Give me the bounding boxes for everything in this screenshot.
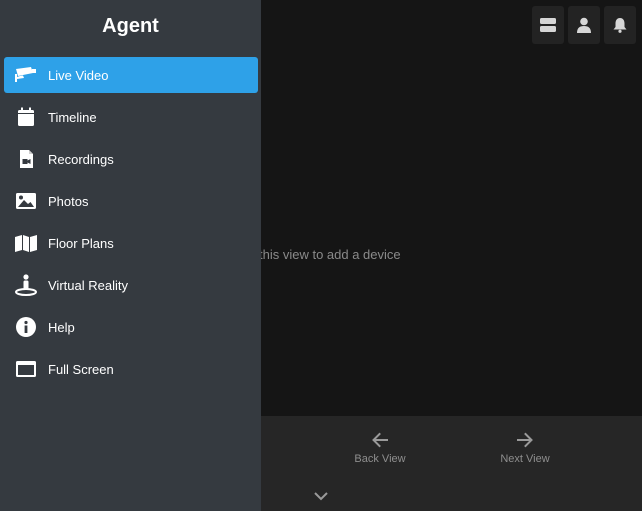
- info-icon: [16, 317, 36, 337]
- app-window: this view to add a device Back View Next…: [0, 0, 642, 511]
- empty-view-hint: this view to add a device: [259, 247, 401, 262]
- sidebar-item-timeline[interactable]: Timeline: [4, 99, 258, 135]
- window-icon: [16, 361, 36, 377]
- sidebar-item-label: Live Video: [48, 67, 109, 83]
- cctv-camera-icon: [15, 67, 36, 82]
- user-button[interactable]: [568, 6, 600, 44]
- user-icon: [577, 17, 591, 33]
- sidebar-item-photos[interactable]: Photos: [4, 183, 258, 219]
- notifications-button[interactable]: [604, 6, 636, 44]
- sidebar-drawer: Agent Live Video Timeline Recordings Pho…: [0, 0, 261, 511]
- sidebar-item-label: Timeline: [48, 109, 97, 125]
- next-view-label: Next View: [500, 453, 550, 465]
- chevron-down-icon[interactable]: [312, 490, 330, 502]
- video-file-icon: [20, 150, 33, 168]
- sidebar-item-floor-plans[interactable]: Floor Plans: [4, 225, 258, 261]
- sidebar-item-label: Photos: [48, 193, 89, 209]
- sidebar-item-help[interactable]: Help: [4, 309, 258, 345]
- sidebar-item-label: Virtual Reality: [48, 277, 128, 293]
- sidebar-item-label: Floor Plans: [48, 235, 114, 251]
- layout-icon: [540, 18, 556, 32]
- sidebar-title: Agent: [102, 15, 159, 37]
- vr-person-icon: [15, 274, 37, 296]
- back-view-label: Back View: [354, 453, 406, 465]
- sidebar-item-label: Full Screen: [48, 361, 114, 377]
- arrow-right-icon: [517, 432, 533, 448]
- sidebar-item-live-video[interactable]: Live Video: [4, 57, 258, 93]
- sidebar-item-full-screen[interactable]: Full Screen: [4, 351, 258, 387]
- map-icon: [15, 235, 37, 252]
- image-icon: [16, 193, 36, 209]
- layout-button[interactable]: [532, 6, 564, 44]
- sidebar-menu: Live Video Timeline Recordings Photos Fl…: [0, 57, 261, 387]
- back-view-button[interactable]: Back View: [330, 432, 430, 465]
- arrow-left-icon: [372, 432, 388, 448]
- sidebar-item-recordings[interactable]: Recordings: [4, 141, 258, 177]
- sidebar-item-label: Recordings: [48, 151, 114, 167]
- calendar-icon: [18, 107, 34, 126]
- next-view-button[interactable]: Next View: [475, 432, 575, 465]
- top-toolbar: [532, 6, 636, 44]
- bell-icon: [613, 18, 627, 33]
- sidebar-item-label: Help: [48, 319, 75, 335]
- sidebar-item-virtual-reality[interactable]: Virtual Reality: [4, 267, 258, 303]
